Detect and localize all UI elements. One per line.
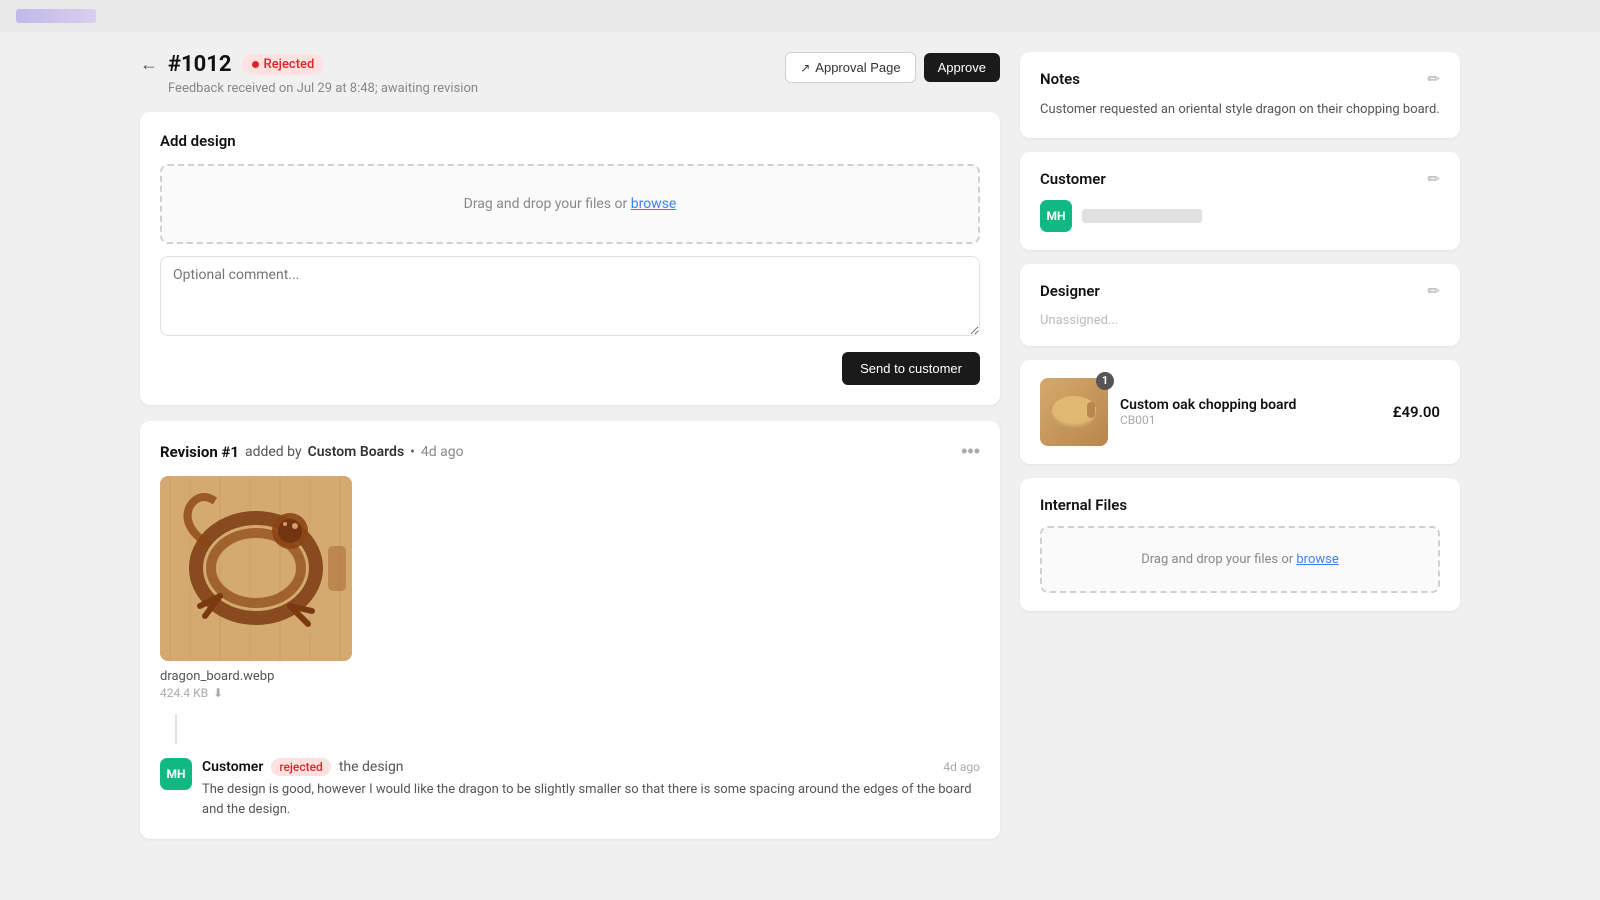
customer-card: Customer ✏ MH [1020, 152, 1460, 250]
revision-header-left: Revision #1 added by Custom Boards • 4d … [160, 443, 464, 461]
header-title-row: #1012 Rejected [168, 52, 478, 77]
download-icon[interactable]: ⬇ [213, 686, 223, 700]
revision-added-by-label: added by [245, 444, 302, 460]
product-price: £49.00 [1393, 403, 1440, 421]
top-bar [0, 0, 1600, 32]
customer-edit-icon[interactable]: ✏ [1427, 170, 1440, 188]
add-design-card: Add design Drag and drop your files or b… [140, 112, 1000, 405]
internal-dropzone-text: Drag and drop your files or [1141, 552, 1296, 567]
internal-browse-link[interactable]: browse [1296, 552, 1338, 567]
notes-card: Notes ✏ Customer requested an oriental s… [1020, 52, 1460, 138]
external-link-icon: ↗ [800, 61, 810, 75]
page-header: ← #1012 Rejected Feedback received on Ju… [140, 52, 1000, 96]
revision-menu-button[interactable]: ••• [961, 441, 980, 462]
file-dropzone[interactable]: Drag and drop your files or browse [160, 164, 980, 244]
thread-line [175, 714, 177, 744]
comment-text: The design is good, however I would like… [202, 780, 980, 819]
right-column: Notes ✏ Customer requested an oriental s… [1020, 52, 1460, 880]
file-name: dragon_board.webp [160, 669, 980, 684]
app-logo [16, 9, 96, 23]
add-design-title: Add design [160, 132, 980, 150]
revision-card: Revision #1 added by Custom Boards • 4d … [140, 421, 1000, 839]
header-subtitle: Feedback received on Jul 29 at 8:48; awa… [168, 81, 478, 96]
internal-files-card: Internal Files Drag and drop your files … [1020, 478, 1460, 611]
status-dot [252, 61, 259, 68]
send-btn-row: Send to customer [160, 352, 980, 385]
product-name: Custom oak chopping board [1120, 397, 1381, 413]
revision-author: Custom Boards [308, 444, 405, 460]
internal-files-dropzone[interactable]: Drag and drop your files or browse [1040, 526, 1440, 593]
order-number: #1012 [168, 52, 232, 77]
product-info: Custom oak chopping board CB001 [1120, 397, 1381, 427]
back-button[interactable]: ← [140, 54, 158, 75]
header-left: ← #1012 Rejected Feedback received on Ju… [140, 52, 478, 96]
notes-title: Notes [1040, 70, 1080, 88]
product-image [1040, 378, 1108, 446]
notes-edit-icon[interactable]: ✏ [1427, 70, 1440, 88]
designer-title: Designer [1040, 282, 1100, 300]
designer-unassigned: Unassigned... [1040, 313, 1118, 328]
internal-files-header: Internal Files [1040, 496, 1440, 514]
comment-input[interactable] [160, 256, 980, 336]
comment-content: Customer rejected the design 4d ago The … [202, 758, 980, 819]
designer-card-header: Designer ✏ [1040, 282, 1440, 300]
header-actions: ↗ Approval Page Approve [785, 52, 1000, 83]
revision-time: 4d ago [421, 444, 464, 460]
revision-header: Revision #1 added by Custom Boards • 4d … [160, 441, 980, 462]
dropzone-text: Drag and drop your files or [464, 196, 631, 212]
customer-avatar: MH [1040, 200, 1072, 232]
rejected-badge: rejected [271, 758, 330, 776]
customer-row: MH [1040, 200, 1440, 232]
revision-image [160, 476, 980, 661]
browse-link[interactable]: browse [631, 196, 677, 212]
product-card: 1 Custom oak chopping board CB001 £49 [1020, 360, 1460, 464]
revision-title: Revision #1 [160, 443, 239, 461]
designer-card: Designer ✏ Unassigned... [1020, 264, 1460, 346]
customer-card-header: Customer ✏ [1040, 170, 1440, 188]
notes-text: Customer requested an oriental style dra… [1040, 100, 1440, 120]
notes-card-header: Notes ✏ [1040, 70, 1440, 88]
product-sku: CB001 [1120, 413, 1381, 427]
designer-edit-icon[interactable]: ✏ [1427, 282, 1440, 300]
send-to-customer-button[interactable]: Send to customer [842, 352, 980, 385]
comment-verb: the design [339, 759, 404, 775]
comment-time: 4d ago [943, 760, 980, 774]
approval-page-label: Approval Page [815, 60, 900, 75]
header-title-area: #1012 Rejected Feedback received on Jul … [168, 52, 478, 96]
customer-name-blurred [1082, 209, 1202, 223]
status-label: Rejected [264, 57, 315, 72]
product-row: 1 Custom oak chopping board CB001 £49 [1040, 378, 1440, 446]
product-image-wrap: 1 [1040, 378, 1108, 446]
status-badge: Rejected [242, 54, 325, 75]
customer-title: Customer [1040, 170, 1106, 188]
internal-files-title: Internal Files [1040, 496, 1127, 514]
comment-row: MH Customer rejected the design 4d ago T… [160, 758, 980, 819]
approve-button[interactable]: Approve [924, 53, 1000, 82]
product-quantity-badge: 1 [1096, 372, 1114, 390]
approval-page-button[interactable]: ↗ Approval Page [785, 52, 915, 83]
commenter-avatar: MH [160, 758, 192, 790]
file-size-row: 424.4 KB ⬇ [160, 686, 980, 700]
main-column: ← #1012 Rejected Feedback received on Ju… [140, 52, 1000, 880]
commenter-name: Customer [202, 759, 263, 775]
comment-meta: Customer rejected the design 4d ago [202, 758, 980, 776]
file-size-text: 424.4 KB [160, 686, 208, 700]
